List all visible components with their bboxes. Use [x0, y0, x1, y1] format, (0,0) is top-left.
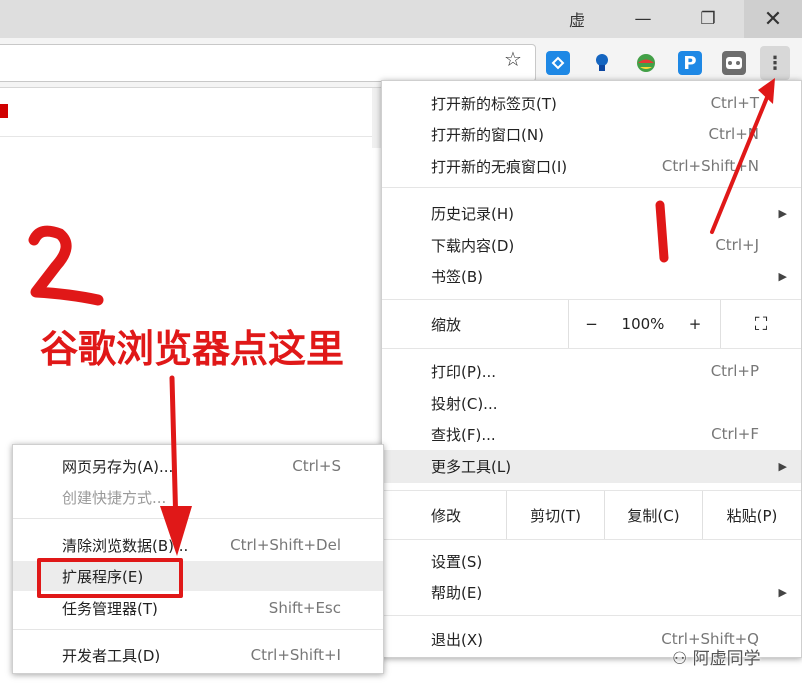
extension-globe-icon[interactable] [634, 51, 658, 75]
menu-item-label: 书签(B) [431, 267, 483, 286]
menu-item-shortcut: Ctrl+F [711, 425, 759, 443]
menu-item-label: 打开新的窗口(N) [431, 125, 544, 144]
menu-item-shortcut: Ctrl+T [710, 94, 759, 112]
menu-item-label: 投射(C)... [431, 394, 498, 413]
address-bar[interactable] [0, 44, 536, 82]
zoom-in-button[interactable]: + [672, 300, 718, 348]
wechat-icon: ⚇ [672, 649, 693, 669]
submenu-item-label: 开发者工具(D) [62, 646, 161, 665]
submenu-item-label: 网页另存为(A)... [62, 457, 174, 476]
title-bar: 虚 — ❐ ✕ [0, 0, 802, 38]
extension-lightbulb-icon[interactable] [590, 51, 614, 75]
zoom-level-value: 100% [621, 315, 665, 333]
menu-item-find[interactable]: 查找(F)... Ctrl+F [382, 419, 801, 449]
menu-item-new-window[interactable]: 打开新的窗口(N) Ctrl+N [382, 119, 801, 149]
menu-item-new-incognito[interactable]: 打开新的无痕窗口(I) Ctrl+Shift+N [382, 151, 801, 181]
menu-item-label: 历史记录(H) [431, 204, 514, 223]
submenu-item-label: 任务管理器(T) [62, 599, 158, 618]
menu-separator [382, 539, 801, 540]
watermark: ⚇ 阿虚同学 [672, 644, 761, 669]
chrome-main-menu: 打开新的标签页(T) Ctrl+T 打开新的窗口(N) Ctrl+N 打开新的无… [381, 80, 802, 658]
restore-button[interactable]: ❐ [684, 0, 732, 38]
paste-button[interactable]: 粘贴(P) [702, 491, 801, 539]
menu-item-downloads[interactable]: 下载内容(D) Ctrl+J [382, 230, 801, 260]
submenu-arrow-icon: ▶ [778, 269, 787, 283]
cut-button[interactable]: 剪切(T) [506, 491, 604, 539]
menu-item-label: 设置(S) [431, 552, 483, 571]
zoom-out-button[interactable]: − [568, 300, 614, 348]
copy-button[interactable]: 复制(C) [604, 491, 702, 539]
menu-item-settings[interactable]: 设置(S) [382, 546, 801, 576]
menu-item-shortcut: Ctrl+N [708, 125, 759, 143]
submenu-item-clear-data[interactable]: 清除浏览数据(B)... Ctrl+Shift+Del [13, 530, 383, 560]
edit-label: 修改 [431, 507, 462, 525]
submenu-item-devtools[interactable]: 开发者工具(D) Ctrl+Shift+I [13, 640, 383, 670]
menu-item-new-tab[interactable]: 打开新的标签页(T) Ctrl+T [382, 88, 801, 118]
menu-separator [382, 187, 801, 188]
menu-item-label: 退出(X) [431, 630, 483, 649]
menu-item-shortcut: Ctrl+Shift+N [661, 157, 759, 175]
minimize-button[interactable]: — [619, 0, 667, 38]
submenu-item-shortcut: Shift+Esc [268, 599, 341, 617]
profile-button[interactable]: 虚 [553, 0, 601, 38]
annotation-digit-two [28, 225, 104, 306]
menu-item-label: 下载内容(D) [431, 236, 515, 255]
submenu-arrow-icon: ▶ [778, 206, 787, 220]
menu-item-label: 打开新的无痕窗口(I) [431, 157, 568, 176]
page-divider [0, 136, 380, 137]
menu-item-cast[interactable]: 投射(C)... [382, 388, 801, 418]
submenu-item-shortcut: Ctrl+S [292, 457, 341, 475]
annotation-label: 谷歌浏览器点这里 [40, 327, 345, 371]
zoom-label: 缩放 [431, 316, 462, 334]
menu-item-label: 查找(F)... [431, 425, 496, 444]
fullscreen-icon[interactable]: ⛶ [720, 300, 801, 348]
menu-item-label: 打开新的标签页(T) [431, 94, 557, 113]
chrome-menu-button[interactable]: ⋮ [760, 46, 790, 80]
submenu-item-label: 创建快捷方式... [62, 488, 167, 507]
menu-item-history[interactable]: 历史记录(H) ▶ [382, 198, 801, 228]
menu-item-bookmarks[interactable]: 书签(B) ▶ [382, 261, 801, 291]
bookmark-star-icon[interactable]: ☆ [504, 47, 522, 71]
submenu-separator [13, 629, 383, 630]
extension-1-icon[interactable] [546, 51, 570, 75]
menu-separator [382, 348, 801, 349]
menu-item-label: 帮助(E) [431, 583, 483, 602]
menu-item-label: 打印(P)... [431, 362, 497, 381]
menu-item-shortcut: Ctrl+J [715, 236, 759, 254]
close-button[interactable]: ✕ [744, 0, 802, 38]
edit-row: 修改 剪切(T) 复制(C) 粘贴(P) [382, 491, 801, 539]
menu-item-label: 更多工具(L) [431, 458, 512, 476]
watermark-text: 阿虚同学 [692, 649, 761, 669]
submenu-item-shortcut: Ctrl+Shift+I [250, 646, 341, 664]
extension-game-icon[interactable] [722, 51, 746, 75]
submenu-item-create-shortcut: 创建快捷方式... [13, 482, 383, 512]
submenu-item-label: 清除浏览数据(B)... [62, 536, 189, 555]
submenu-item-save-page[interactable]: 网页另存为(A)... Ctrl+S [13, 451, 383, 481]
menu-item-help[interactable]: 帮助(E) ▶ [382, 577, 801, 607]
menu-item-more-tools[interactable]: 更多工具(L) ▶ [382, 450, 801, 483]
submenu-arrow-icon: ▶ [778, 585, 787, 599]
zoom-row: 缩放 − 100% + ⛶ [382, 300, 801, 348]
submenu-arrow-icon: ▶ [778, 460, 787, 473]
menu-separator [382, 615, 801, 616]
menu-item-shortcut: Ctrl+P [710, 362, 759, 380]
extension-p-icon[interactable]: P [678, 51, 702, 75]
menu-item-print[interactable]: 打印(P)... Ctrl+P [382, 356, 801, 386]
submenu-separator [13, 518, 383, 519]
annotation-highlight-box [37, 558, 183, 598]
page-logo-fragment [0, 104, 8, 118]
submenu-item-shortcut: Ctrl+Shift+Del [230, 536, 341, 554]
